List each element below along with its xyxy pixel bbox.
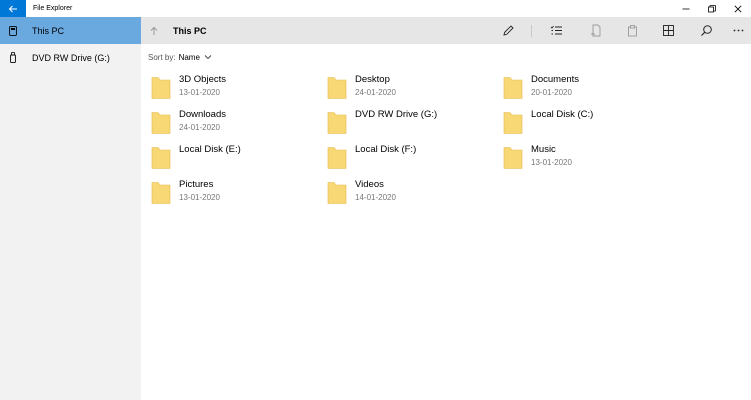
rename-icon bbox=[502, 25, 514, 36]
folder-icon bbox=[151, 112, 171, 134]
item-name: Pictures bbox=[179, 179, 214, 190]
close-button[interactable] bbox=[725, 0, 751, 17]
folder-icon bbox=[151, 77, 171, 99]
usb-drive-icon bbox=[8, 52, 18, 64]
item-date: 13-01-2020 bbox=[531, 158, 572, 167]
paste-icon bbox=[627, 25, 637, 37]
paste-button[interactable] bbox=[619, 17, 645, 44]
folder-icon bbox=[503, 147, 523, 169]
search-button[interactable] bbox=[693, 17, 719, 44]
select-icon bbox=[550, 25, 562, 35]
toolbar-separator bbox=[531, 25, 532, 37]
sort-bar[interactable]: Sort by: Name bbox=[148, 51, 212, 63]
minimize-icon bbox=[682, 8, 690, 9]
rename-button[interactable] bbox=[495, 17, 521, 44]
folder-icon bbox=[151, 182, 171, 204]
view-icon bbox=[662, 25, 674, 36]
item-name: Downloads bbox=[179, 109, 226, 120]
folder-item-dvd-rw-drive[interactable]: DVD RW Drive (G:) bbox=[327, 109, 497, 139]
item-date: 24-01-2020 bbox=[179, 123, 220, 132]
item-date: 13-01-2020 bbox=[179, 193, 220, 202]
sidebar-item-label: This PC bbox=[32, 25, 65, 36]
back-button[interactable] bbox=[0, 0, 26, 17]
chevron-down-icon[interactable] bbox=[204, 53, 212, 61]
more-button[interactable] bbox=[725, 17, 751, 44]
sort-label: Sort by: bbox=[148, 52, 176, 62]
folder-icon bbox=[327, 182, 347, 204]
folder-item-local-disk-f[interactable]: Local Disk (F:) bbox=[327, 144, 497, 174]
folder-item-videos[interactable]: Videos 14-01-2020 bbox=[327, 179, 497, 209]
minimize-button[interactable] bbox=[673, 0, 699, 17]
new-button[interactable] bbox=[583, 17, 609, 44]
item-date: 20-01-2020 bbox=[531, 88, 572, 97]
folder-item-downloads[interactable]: Downloads 24-01-2020 bbox=[151, 109, 321, 139]
folder-item-music[interactable]: Music 13-01-2020 bbox=[503, 144, 673, 174]
item-date: 14-01-2020 bbox=[355, 193, 396, 202]
item-name: Desktop bbox=[355, 74, 390, 85]
item-date: 24-01-2020 bbox=[355, 88, 396, 97]
up-arrow-icon bbox=[150, 26, 158, 35]
sidebar-item-dvd-drive[interactable]: DVD RW Drive (G:) bbox=[0, 44, 141, 71]
item-name: Documents bbox=[531, 74, 580, 85]
item-date: 13-01-2020 bbox=[179, 88, 220, 97]
folder-icon bbox=[327, 112, 347, 134]
toolbar: This PC bbox=[141, 17, 751, 44]
folder-icon bbox=[327, 77, 347, 99]
folder-item-3d-objects[interactable]: 3D Objects 13-01-2020 bbox=[151, 74, 321, 104]
restore-icon bbox=[708, 4, 716, 12]
new-icon bbox=[590, 24, 600, 37]
window-controls bbox=[673, 0, 751, 17]
app-title: File Explorer bbox=[33, 5, 73, 12]
current-location: This PC bbox=[173, 25, 207, 36]
back-arrow-icon bbox=[8, 5, 17, 12]
view-button[interactable] bbox=[655, 17, 681, 44]
folder-item-local-disk-c[interactable]: Local Disk (C:) bbox=[503, 109, 673, 139]
folder-icon bbox=[503, 112, 523, 134]
folder-item-local-disk-e[interactable]: Local Disk (E:) bbox=[151, 144, 321, 174]
restore-button[interactable] bbox=[699, 0, 725, 17]
search-icon bbox=[700, 25, 712, 36]
folder-icon bbox=[327, 147, 347, 169]
folder-item-pictures[interactable]: Pictures 13-01-2020 bbox=[151, 179, 321, 209]
folder-icon bbox=[503, 77, 523, 99]
sidebar: This PC DVD RW Drive (G:) bbox=[0, 17, 141, 400]
folder-icon bbox=[151, 147, 171, 169]
folder-item-desktop[interactable]: Desktop 24-01-2020 bbox=[327, 74, 497, 104]
item-name: Local Disk (E:) bbox=[179, 144, 241, 155]
item-name: DVD RW Drive (G:) bbox=[355, 109, 438, 120]
pc-icon bbox=[8, 25, 18, 37]
more-icon bbox=[733, 29, 743, 32]
item-name: Videos bbox=[355, 179, 384, 190]
up-button[interactable] bbox=[141, 17, 167, 44]
sort-value[interactable]: Name bbox=[179, 53, 200, 62]
sidebar-item-this-pc[interactable]: This PC bbox=[0, 17, 141, 44]
item-name: Music bbox=[531, 144, 556, 155]
item-name: Local Disk (C:) bbox=[531, 109, 594, 120]
close-icon bbox=[734, 5, 742, 12]
folder-item-documents[interactable]: Documents 20-01-2020 bbox=[503, 74, 673, 104]
title-bar: File Explorer bbox=[0, 0, 751, 17]
sidebar-item-label: DVD RW Drive (G:) bbox=[32, 52, 110, 63]
item-name: Local Disk (F:) bbox=[355, 144, 417, 155]
item-name: 3D Objects bbox=[179, 74, 226, 85]
select-button[interactable] bbox=[543, 17, 569, 44]
